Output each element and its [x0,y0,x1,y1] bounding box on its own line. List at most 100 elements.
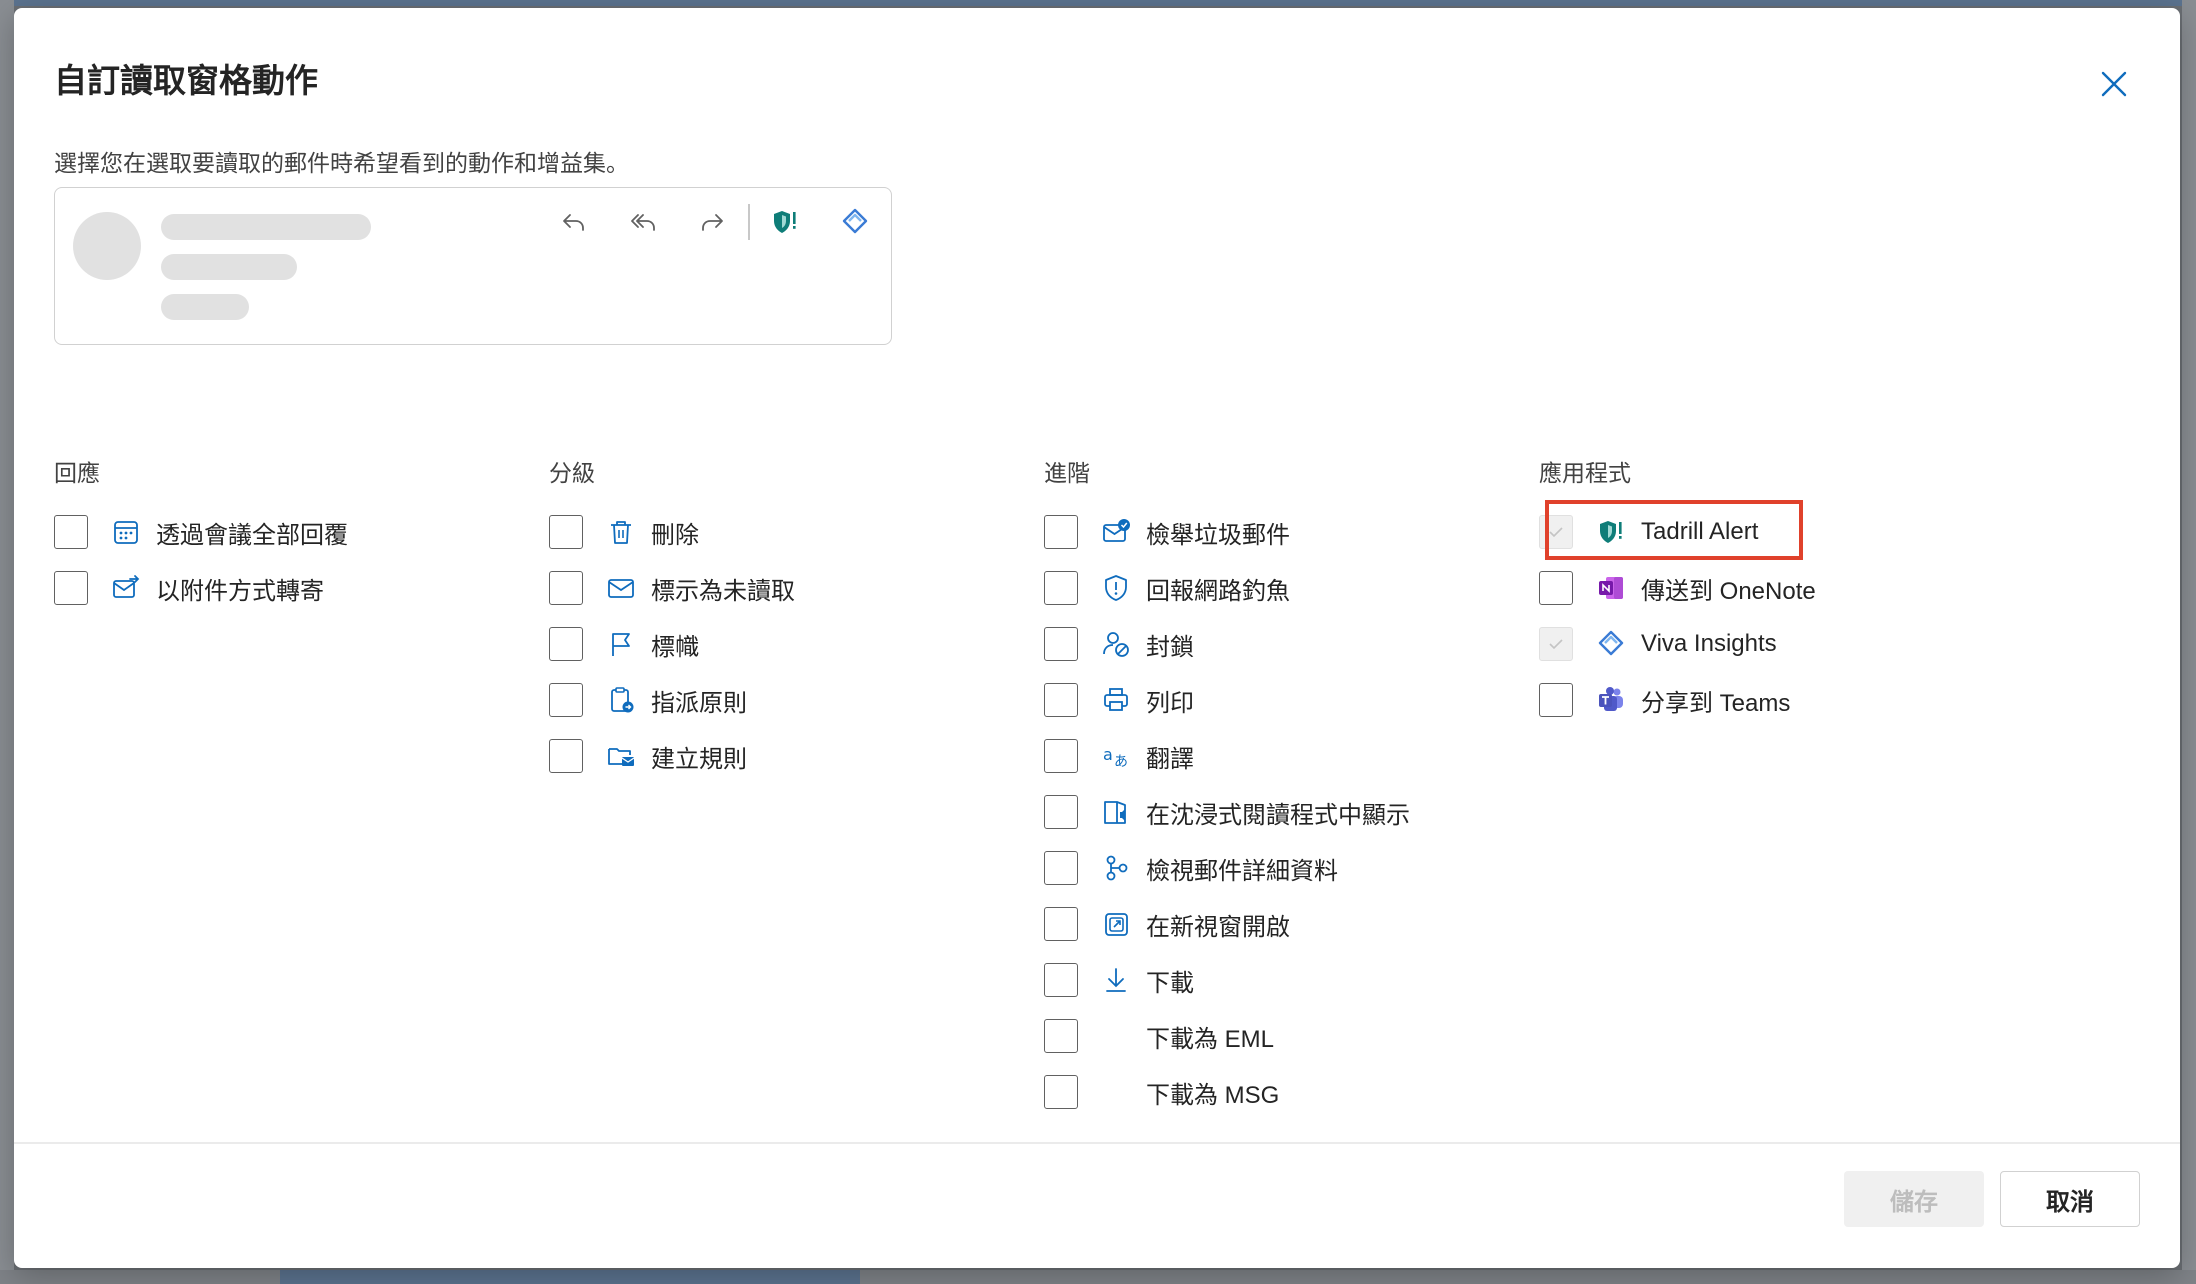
option-label: 以附件方式轉寄 [156,577,324,605]
close-icon [2101,71,2127,97]
close-button[interactable] [2094,64,2134,104]
checkbox[interactable] [549,683,583,717]
option-reply-all-with-meeting[interactable]: 透過會議全部回覆 [54,504,348,560]
checkbox[interactable] [1539,571,1573,605]
option-report-junk[interactable]: 檢舉垃圾郵件 [1044,504,1410,560]
calendar-icon [108,514,144,550]
checkbox[interactable] [1044,1019,1078,1053]
checkbox[interactable] [54,571,88,605]
checkbox-checked-disabled[interactable] [1539,515,1573,549]
checkbox[interactable] [1044,795,1078,829]
option-label: 回報網路釣魚 [1146,577,1290,605]
option-download-eml[interactable]: 下載為 EML [1044,1008,1410,1064]
option-label: 下載為 EML [1146,1025,1275,1053]
checkbox[interactable] [1044,739,1078,773]
svg-text:あ: あ [1114,754,1128,770]
block-user-icon [1098,626,1134,662]
option-print[interactable]: 列印 [1044,672,1410,728]
folder-mail-icon [603,738,639,774]
option-label: 建立規則 [651,745,747,773]
option-label: 標示為未讀取 [651,577,795,605]
onenote-icon [1593,570,1629,606]
option-download-msg[interactable]: 下載為 MSG [1044,1064,1410,1120]
reply-all-icon [623,202,663,242]
column-heading-triage: 分級 [549,460,595,486]
checkbox[interactable] [549,571,583,605]
checkbox[interactable] [1044,851,1078,885]
option-label: 下載為 MSG [1146,1081,1280,1109]
checkbox[interactable] [1044,515,1078,549]
print-icon [1098,682,1134,718]
tadrill-shield-icon [765,202,805,242]
save-button[interactable]: 儲存 [1844,1171,1984,1227]
option-label: 指派原則 [651,689,747,717]
subject-placeholder [161,254,297,280]
checkbox-checked-disabled[interactable] [1539,627,1573,661]
option-label: 列印 [1146,689,1194,717]
reply-icon [553,202,593,242]
option-create-rule[interactable]: 建立規則 [549,728,795,784]
option-open-new-window[interactable]: 在新視窗開啟 [1044,896,1410,952]
viva-insights-icon [835,202,875,242]
option-label: 刪除 [651,521,699,549]
column-heading-apps: 應用程式 [1539,460,1631,486]
message-details-icon [1098,850,1134,886]
checkmark-icon [1549,527,1563,538]
option-label: 分享到 Teams [1641,689,1791,717]
option-forward-as-attachment[interactable]: 以附件方式轉寄 [54,560,348,616]
option-immersive-reader[interactable]: 在沈浸式閱讀程式中顯示 [1044,784,1410,840]
background-app-top [0,0,2196,6]
sender-placeholder [161,214,371,240]
column-heading-advanced: 進階 [1044,460,1090,486]
column-apps: 應用程式 Tadrill Alert 傳送到 OneNote Viva Insi… [1539,454,1816,728]
option-share-to-teams[interactable]: 分享到 Teams [1539,672,1816,728]
option-view-message-details[interactable]: 檢視郵件詳細資料 [1044,840,1410,896]
checkbox[interactable] [549,739,583,773]
flag-icon [603,626,639,662]
checkbox[interactable] [54,515,88,549]
trash-icon [603,514,639,550]
checkmark-icon [1549,639,1563,650]
background-app-left [0,0,14,1284]
checkbox[interactable] [1044,683,1078,717]
svg-text:a: a [1103,745,1113,764]
option-download[interactable]: 下載 [1044,952,1410,1008]
option-flag[interactable]: 標幟 [549,616,795,672]
mail-forward-attachment-icon [108,570,144,606]
footer-divider [14,1142,2180,1144]
cancel-button[interactable]: 取消 [2000,1171,2140,1227]
option-label: Viva Insights [1641,630,1777,657]
shield-alert-icon [1098,570,1134,606]
checkbox[interactable] [1044,907,1078,941]
option-viva-insights[interactable]: Viva Insights [1539,616,1816,672]
option-label: 在沈浸式閱讀程式中顯示 [1146,801,1410,829]
checkbox[interactable] [1044,627,1078,661]
option-mark-unread[interactable]: 標示為未讀取 [549,560,795,616]
open-new-window-icon [1098,906,1134,942]
checkbox[interactable] [1539,683,1573,717]
option-tadrill-alert[interactable]: Tadrill Alert [1539,504,1816,560]
option-label: 透過會議全部回覆 [156,521,348,549]
option-delete[interactable]: 刪除 [549,504,795,560]
tadrill-shield-icon [1593,514,1629,550]
checkbox[interactable] [1044,571,1078,605]
reading-pane-preview [54,187,892,345]
column-heading-respond: 回應 [54,460,100,486]
option-label: 檢視郵件詳細資料 [1146,857,1338,885]
option-label: 傳送到 OneNote [1641,577,1816,605]
option-block[interactable]: 封鎖 [1044,616,1410,672]
checkbox[interactable] [1044,1075,1078,1109]
column-triage: 分級 刪除 標示為未讀取 標幟 指派原則 建立規則 [549,454,795,784]
option-label: 檢舉垃圾郵件 [1146,521,1290,549]
option-send-to-onenote[interactable]: 傳送到 OneNote [1539,560,1816,616]
option-translate[interactable]: aあ 翻譯 [1044,728,1410,784]
checkbox[interactable] [549,627,583,661]
option-report-phishing[interactable]: 回報網路釣魚 [1044,560,1410,616]
option-label: 封鎖 [1146,633,1194,661]
option-label: 翻譯 [1146,745,1194,773]
checkbox[interactable] [1044,963,1078,997]
teams-icon [1593,682,1629,718]
option-assign-policy[interactable]: 指派原則 [549,672,795,728]
checkbox[interactable] [549,515,583,549]
clipboard-policy-icon [603,682,639,718]
